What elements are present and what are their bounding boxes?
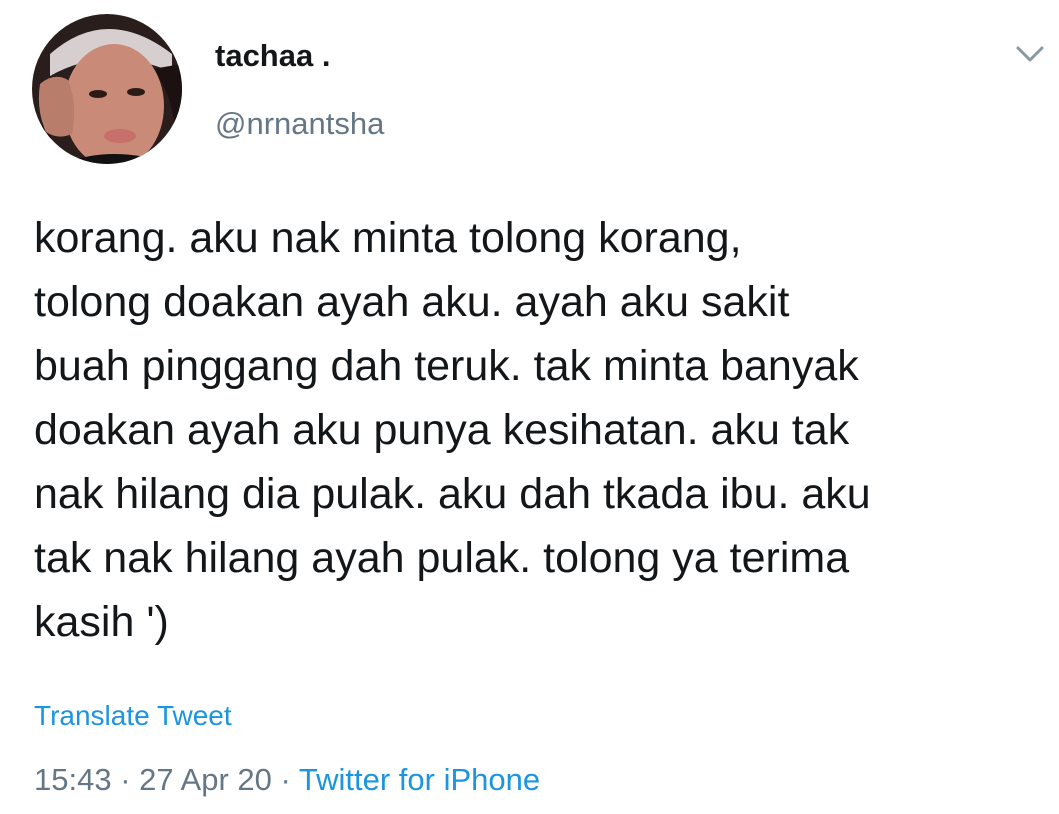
translate-tweet-link[interactable]: Translate Tweet xyxy=(34,700,232,732)
tweet-text: korang. aku nak minta tolong korang, tol… xyxy=(34,206,1044,654)
avatar-photo xyxy=(32,14,182,164)
tweet-metadata: 15:43 · 27 Apr 20 · Twitter for iPhone xyxy=(34,762,540,798)
tweet-text-line: tolong doakan ayah aku. ayah aku sakit xyxy=(34,278,790,326)
chevron-down-icon[interactable] xyxy=(1010,38,1050,72)
meta-separator: · xyxy=(280,762,291,797)
tweet-text-line: nak hilang dia pulak. aku dah tkada ibu.… xyxy=(34,470,871,518)
tweet-text-line: kasih ') xyxy=(34,598,169,646)
tweet-time: 15:43 xyxy=(34,762,112,797)
display-name[interactable]: tachaa . xyxy=(215,38,330,74)
tweet-date: 27 Apr 20 xyxy=(139,762,272,797)
avatar[interactable] xyxy=(32,14,182,164)
tweet-text-line: korang. aku nak minta tolong korang, xyxy=(34,214,742,262)
tweet: tachaa . @nrnantsha korang. aku nak mint… xyxy=(0,0,1059,814)
tweet-source-link[interactable]: Twitter for iPhone xyxy=(299,762,540,797)
tweet-text-line: buah pinggang dah teruk. tak minta banya… xyxy=(34,342,859,390)
meta-separator: · xyxy=(120,762,131,797)
tweet-text-line: tak nak hilang ayah pulak. tolong ya ter… xyxy=(34,534,850,582)
tweet-text-line: doakan ayah aku punya kesihatan. aku tak xyxy=(34,406,850,454)
user-handle[interactable]: @nrnantsha xyxy=(215,106,384,142)
